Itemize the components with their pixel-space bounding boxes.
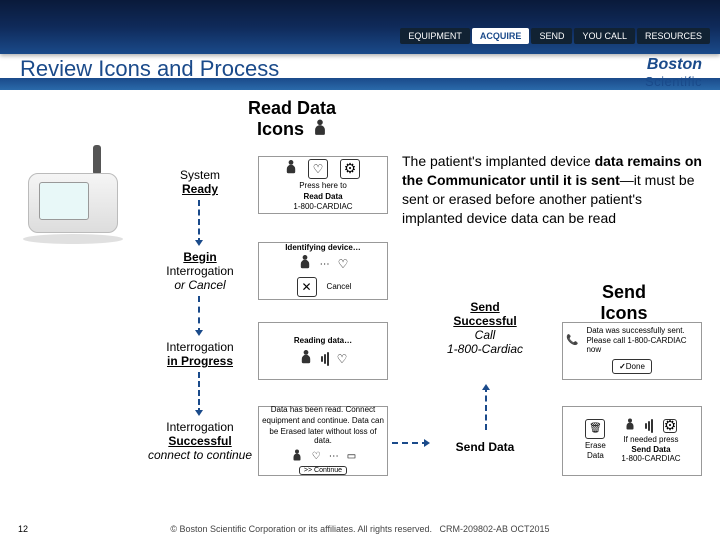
- arrow-send-up: [485, 386, 487, 430]
- arrow-to-send: [392, 442, 428, 444]
- read-data-heading: Read Data Icons: [232, 98, 352, 140]
- footer: © Boston Scientific Corporation or its a…: [0, 524, 720, 534]
- explanation-text: The patient's implanted device data rema…: [402, 152, 702, 228]
- nav-send[interactable]: SEND: [531, 28, 572, 44]
- gear-icon: [340, 159, 360, 179]
- person-icon: [315, 125, 325, 135]
- title-underline: [0, 78, 720, 90]
- brand-line2: Scientific: [645, 74, 702, 89]
- screen-data-read: Data has been read. Connect equipment an…: [258, 406, 388, 476]
- nav-resources[interactable]: RESOURCES: [637, 28, 710, 44]
- signal-icon: [321, 352, 329, 366]
- arrow-3-4: [198, 372, 200, 414]
- header-bar: EQUIPMENT ACQUIRE SEND YOU CALL RESOURCE…: [0, 0, 720, 54]
- arrow-2-3: [198, 296, 200, 334]
- nav-acquire[interactable]: ACQUIRE: [472, 28, 530, 44]
- brand-line1: Boston: [645, 56, 702, 74]
- step-system-ready: System Ready: [140, 168, 260, 196]
- person-icon: [293, 453, 300, 460]
- nav-tabs: EQUIPMENT ACQUIRE SEND YOU CALL RESOURCE…: [400, 28, 710, 44]
- screen-ready: Press here to Read Data 1-800-CARDIAC: [258, 156, 388, 214]
- step-begin-interrogation: Begin Interrogation or Cancel: [140, 250, 260, 292]
- screen-identifying: Identifying device… ⋯ Cancel: [258, 242, 388, 300]
- nav-youcall[interactable]: YOU CALL: [574, 28, 635, 44]
- heart-button-icon: [308, 159, 328, 179]
- screen-reading: Reading data…: [258, 322, 388, 380]
- screen-send-success: 📞 Data was successfully sent. Please cal…: [562, 322, 702, 380]
- screen-send-data: Erase Data If needed press Send Data 1-8…: [562, 406, 702, 476]
- wave-icon: [645, 419, 653, 433]
- cancel-button: [297, 277, 317, 297]
- step-in-progress: Interrogation in Progress: [140, 340, 260, 368]
- brand-logo: Boston Scientific: [645, 56, 702, 89]
- step-successful: Interrogation Successful connect to cont…: [140, 420, 260, 462]
- send-data-label: Send Data: [430, 440, 540, 454]
- person-icon: [300, 260, 308, 268]
- trash-icon: [585, 419, 605, 439]
- gear-icon: [663, 419, 677, 433]
- continue-button: >> Continue: [299, 466, 347, 475]
- person-icon: [301, 355, 309, 363]
- communicator-device-image: [18, 165, 138, 250]
- person-icon: [626, 422, 633, 429]
- person-icon: [287, 165, 295, 173]
- done-button: Done: [612, 359, 652, 374]
- nav-equipment[interactable]: EQUIPMENT: [400, 28, 470, 44]
- send-successful-label: Send Successful Call 1-800-Cardiac: [430, 300, 540, 356]
- heart-icon: [312, 451, 321, 462]
- heart-icon: [337, 352, 348, 366]
- heart-icon: [338, 257, 349, 271]
- arrow-1-2: [198, 200, 200, 244]
